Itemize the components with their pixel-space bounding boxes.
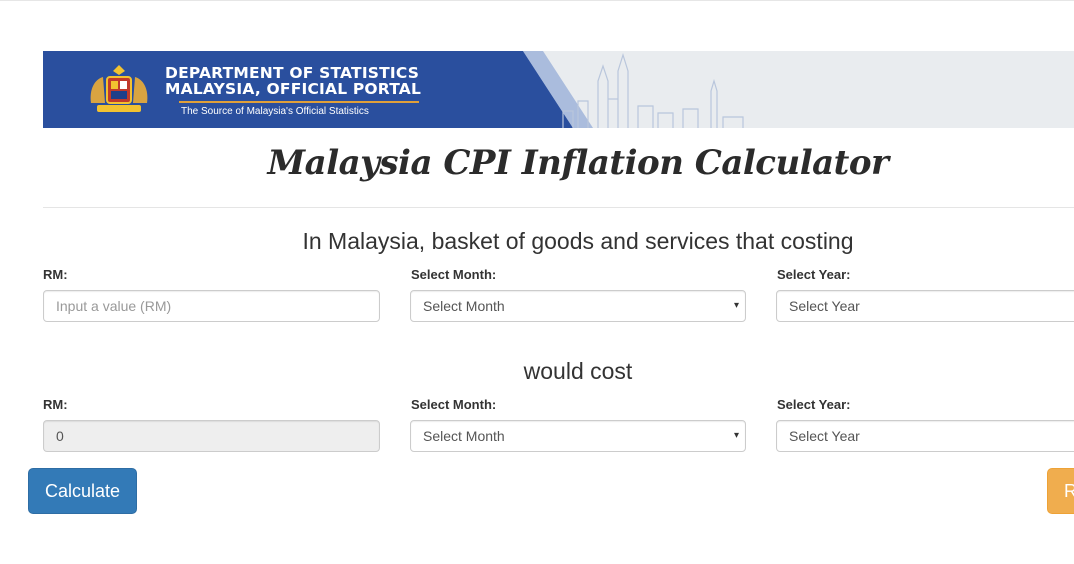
- brand-line2: MALAYSIA, OFFICIAL PORTAL: [165, 80, 422, 98]
- month-label-1: Select Month:: [411, 267, 497, 282]
- brand-line1: DEPARTMENT OF STATISTICS: [165, 64, 420, 82]
- year-select-1-value: Select Year: [789, 298, 860, 314]
- month-select-1-value: Select Month: [423, 298, 505, 314]
- year-label-1: Select Year:: [777, 267, 851, 282]
- section2-heading: would cost: [523, 358, 633, 384]
- section1-heading: In Malaysia, basket of goods and service…: [302, 228, 854, 254]
- rm-result-value: 0: [56, 428, 64, 444]
- year-select-2[interactable]: Select Year: [776, 420, 1074, 452]
- year-label-2: Select Year:: [777, 397, 851, 412]
- title-divider: [43, 207, 1074, 208]
- rm-label-1: RM:: [43, 267, 68, 282]
- skyline-illustration: [562, 52, 744, 128]
- month-select-2-value: Select Month: [423, 428, 505, 444]
- brand-tagline: The Source of Malaysia's Official Statis…: [181, 106, 369, 117]
- chevron-down-icon: ▾: [733, 300, 739, 311]
- reset-button[interactable]: R: [1047, 468, 1074, 514]
- brand-rule: [179, 101, 419, 103]
- coat-of-arms-logo: [81, 59, 157, 119]
- top-divider: [0, 0, 1074, 1]
- rm-label-2: RM:: [43, 397, 68, 412]
- month-select-2[interactable]: Select Month ▾: [410, 420, 746, 452]
- page-title: Malaysia CPI Inflation Calculator: [267, 143, 889, 183]
- header-banner[interactable]: DEPARTMENT OF STATISTICS MALAYSIA, OFFIC…: [43, 51, 1074, 128]
- year-select-2-value: Select Year: [789, 428, 860, 444]
- rm-result-field: 0: [43, 420, 380, 452]
- chevron-down-icon: ▾: [733, 430, 739, 441]
- brand-text: DEPARTMENT OF STATISTICS MALAYSIA, OFFIC…: [165, 65, 421, 117]
- month-select-1[interactable]: Select Month ▾: [410, 290, 746, 322]
- year-select-1[interactable]: Select Year: [776, 290, 1074, 322]
- rm-input[interactable]: [43, 290, 380, 322]
- calculate-button[interactable]: Calculate: [28, 468, 137, 514]
- month-label-2: Select Month:: [411, 397, 497, 412]
